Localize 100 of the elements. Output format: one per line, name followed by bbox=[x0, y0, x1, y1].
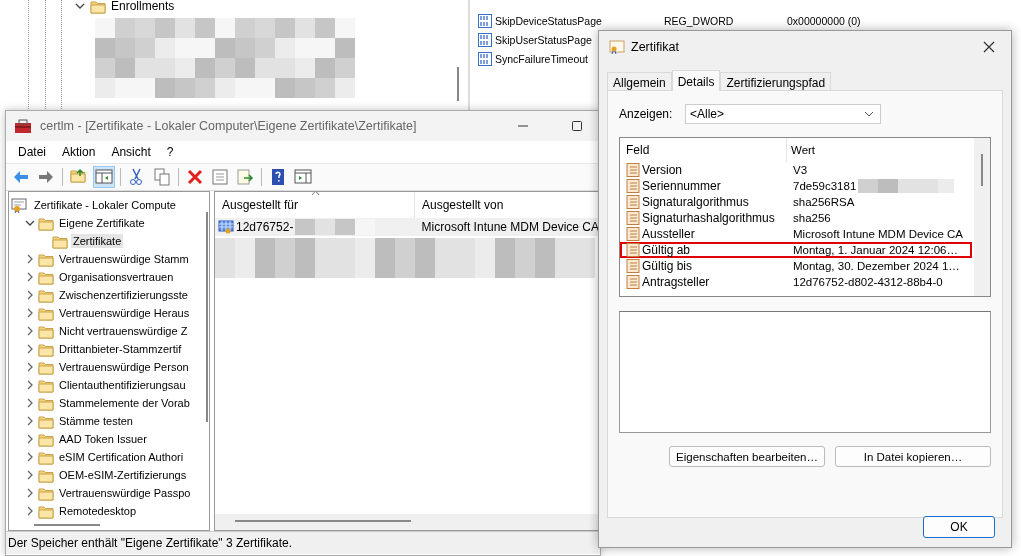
show-dropdown[interactable]: <Alle> bbox=[685, 104, 881, 124]
chevron-icon[interactable] bbox=[25, 326, 35, 336]
tree-item[interactable]: Drittanbieter-Stammzertif bbox=[57, 342, 184, 356]
document-icon bbox=[626, 211, 640, 225]
scrollbar-thumb[interactable] bbox=[457, 67, 459, 101]
table-cell: Aussteller bbox=[642, 227, 695, 241]
tree-item[interactable]: Stämme testen bbox=[57, 414, 135, 428]
chevron-icon[interactable] bbox=[25, 308, 35, 318]
delete-icon bbox=[186, 168, 204, 186]
chevron-down-icon bbox=[864, 111, 874, 117]
chevron-icon[interactable] bbox=[25, 272, 35, 282]
folder-icon bbox=[38, 215, 54, 231]
document-icon bbox=[626, 275, 640, 289]
value-data: 0x00000000 (0) bbox=[787, 14, 861, 27]
tree-item[interactable]: Zwischenzertifizierungsste bbox=[57, 288, 190, 302]
folder-icon bbox=[90, 0, 106, 14]
document-icon bbox=[626, 227, 640, 241]
document-icon bbox=[626, 243, 640, 257]
table-cell: V3 bbox=[793, 164, 808, 176]
tree-item[interactable]: Vertrauenswürdige Stamm bbox=[57, 252, 191, 266]
tree-item[interactable]: Nicht vertrauenswürdige Z bbox=[57, 324, 190, 338]
tree-item[interactable]: Stammelemente der Vorab bbox=[57, 396, 192, 410]
dialog-title: Zertifikat bbox=[631, 40, 679, 54]
tree-item[interactable]: AAD Token Issuer bbox=[57, 432, 149, 446]
document-icon bbox=[626, 195, 640, 209]
tab[interactable]: Details bbox=[671, 70, 721, 91]
folder-icon bbox=[38, 251, 54, 267]
certificate-store-icon bbox=[11, 197, 29, 213]
scrollbar-thumb[interactable] bbox=[206, 212, 208, 422]
menu-item[interactable]: ? bbox=[158, 145, 182, 159]
document-icon bbox=[626, 163, 640, 177]
chevron-icon[interactable] bbox=[25, 434, 35, 444]
chevron-icon[interactable] bbox=[25, 452, 35, 462]
chevron-icon[interactable] bbox=[25, 290, 35, 300]
tree-item[interactable]: Zertifikate - Lokaler Compute bbox=[32, 198, 178, 212]
chevron-icon[interactable] bbox=[25, 416, 35, 426]
value-name[interactable]: SyncFailureTimeout bbox=[495, 52, 588, 65]
tree-item[interactable]: Vertrauenswürdige Passpo bbox=[57, 486, 193, 500]
scrollbar-thumb[interactable] bbox=[235, 520, 411, 522]
chevron-icon[interactable] bbox=[25, 470, 35, 480]
tree-item[interactable]: Zertifikate bbox=[71, 234, 124, 248]
tree-item[interactable]: Remotedesktop bbox=[57, 504, 139, 518]
chevron-icon[interactable] bbox=[25, 362, 35, 372]
table-cell: Montag, 30. Dezember 2024 1… bbox=[793, 260, 960, 272]
column-header[interactable]: Feld bbox=[620, 138, 787, 162]
chevron-icon[interactable] bbox=[25, 254, 35, 264]
scrollbar-thumb[interactable] bbox=[981, 154, 983, 186]
dialog-button[interactable]: In Datei kopieren… bbox=[835, 446, 991, 467]
tree-item[interactable]: Vertrauenswürdige Person bbox=[57, 360, 191, 374]
folder-icon bbox=[38, 359, 54, 375]
chevron-icon[interactable] bbox=[25, 344, 35, 354]
folder-icon bbox=[38, 431, 54, 447]
column-header[interactable]: Wert bbox=[787, 144, 816, 156]
maximize-icon[interactable] bbox=[572, 121, 582, 131]
dialog-button[interactable]: Eigenschaften bearbeiten… bbox=[669, 446, 825, 467]
chevron-icon[interactable] bbox=[75, 1, 85, 11]
menu-item[interactable]: Datei bbox=[10, 145, 54, 159]
chevron-icon[interactable] bbox=[25, 506, 35, 516]
value-name[interactable]: SkipUserStatusPage bbox=[495, 33, 592, 46]
table-cell: Antragsteller bbox=[642, 275, 710, 289]
tree-item[interactable]: Vertrauenswürdige Heraus bbox=[57, 306, 192, 320]
table-cell: Signaturhashalgorithmus bbox=[642, 211, 775, 225]
menu-item[interactable]: Ansicht bbox=[103, 145, 159, 159]
tree-item[interactable]: Clientauthentifizierungsau bbox=[57, 378, 188, 392]
folder-icon bbox=[38, 305, 54, 321]
chevron-icon[interactable] bbox=[25, 398, 35, 408]
chevron-icon[interactable] bbox=[25, 488, 35, 498]
folder-icon bbox=[38, 413, 54, 429]
column-header[interactable]: Ausgestellt von bbox=[415, 198, 504, 212]
chevron-icon[interactable] bbox=[25, 218, 35, 228]
tab[interactable]: Allgemein bbox=[607, 72, 672, 90]
export-button[interactable] bbox=[234, 166, 256, 188]
folder-icon bbox=[52, 233, 68, 249]
tab[interactable]: Zertifizierungspfad bbox=[720, 72, 832, 90]
table-cell: Microsoft Intune MDM Device CA bbox=[793, 228, 963, 240]
copy-button[interactable] bbox=[151, 166, 173, 188]
panel-button[interactable] bbox=[93, 166, 115, 188]
scrollbar-thumb[interactable] bbox=[34, 524, 100, 526]
tree-item[interactable]: Enrollments bbox=[111, 0, 175, 13]
folder-icon bbox=[38, 485, 54, 501]
table-cell: Version bbox=[642, 163, 683, 177]
folder-icon bbox=[38, 395, 54, 411]
copy-icon bbox=[153, 168, 171, 186]
chevron-icon[interactable] bbox=[25, 380, 35, 390]
value-name[interactable]: SkipDeviceStatusPage bbox=[495, 14, 602, 27]
ok-button[interactable]: OK bbox=[923, 516, 995, 538]
tree-item[interactable]: OEM-eSIM-Zertifizierungs bbox=[57, 468, 189, 482]
tree-item[interactable]: eSIM Certification Authori bbox=[57, 450, 186, 464]
tree-item[interactable]: Organisationsvertrauen bbox=[57, 270, 176, 284]
window-icon bbox=[294, 168, 312, 186]
table-cell: Gültig bis bbox=[642, 259, 693, 273]
binary-value-icon bbox=[478, 32, 492, 47]
toolbox-icon bbox=[14, 118, 32, 134]
window-title: certlm - [Zertifikate - Lokaler Computer\Eigene Zertifikate\Zertifikate] bbox=[40, 119, 417, 133]
tree-item[interactable]: Eigene Zertifikate bbox=[57, 216, 147, 230]
table-cell: Signaturalgorithmus bbox=[642, 195, 749, 209]
properties-icon bbox=[211, 168, 229, 186]
folder-icon bbox=[38, 503, 54, 519]
close-icon[interactable] bbox=[983, 41, 995, 53]
menu-item[interactable]: Aktion bbox=[54, 145, 104, 159]
